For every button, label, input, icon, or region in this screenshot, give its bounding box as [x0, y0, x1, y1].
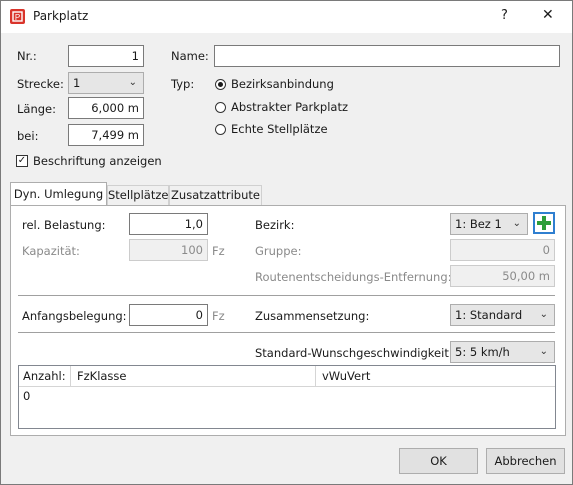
beschriftung-label[interactable]: Beschriftung anzeigen — [33, 154, 162, 168]
wunschgeschwindigkeit-value: 5: 5 km/h — [455, 345, 510, 359]
close-button[interactable]: ✕ — [542, 7, 554, 23]
title-bar: P Parkplatz ? ✕ — [1, 1, 572, 33]
rel-belastung-label: rel. Belastung: — [22, 218, 106, 232]
column-header-fzklasse[interactable]: FzKlasse — [71, 366, 316, 386]
kapazitaet-label: Kapazität: — [22, 244, 80, 258]
tab-zusatzattribute[interactable]: Zusatzattribute — [169, 185, 262, 206]
svg-text:P: P — [15, 13, 20, 22]
app-icon: P — [10, 9, 25, 24]
routen-field: 50,00 m — [450, 265, 555, 287]
window-title: Parkplatz — [33, 9, 89, 23]
zusammensetzung-label: Zusammensetzung: — [255, 309, 370, 323]
typ-radio-bezirksanbindung[interactable] — [215, 79, 226, 90]
name-field[interactable] — [214, 45, 560, 67]
typ-radio-echte[interactable] — [215, 124, 226, 135]
wunschgeschwindigkeit-label: Standard-Wunschgeschwindigkeit: — [255, 346, 453, 360]
plus-icon — [537, 216, 551, 230]
gruppe-field: 0 — [450, 239, 555, 261]
add-bezirk-button[interactable] — [533, 212, 555, 234]
tab-stellplaetze-label: Stellplätze — [108, 188, 169, 202]
nr-field[interactable]: 1 — [68, 45, 144, 67]
help-button[interactable]: ? — [501, 8, 508, 23]
typ-option-abstrakt[interactable]: Abstrakter Parkplatz — [231, 100, 348, 114]
bezirk-select[interactable]: 1: Bez 1 ⌄ — [450, 213, 528, 235]
laenge-label: Länge: — [17, 102, 56, 116]
typ-label: Typ: — [171, 77, 195, 91]
zusammensetzung-select[interactable]: 1: Standard ⌄ — [450, 304, 555, 326]
kapazitaet-field: 100 — [129, 239, 208, 261]
ok-button[interactable]: OK — [399, 448, 478, 474]
bei-field[interactable]: 7,499 m — [68, 124, 144, 146]
wunschgeschwindigkeit-select[interactable]: 5: 5 km/h ⌄ — [450, 341, 555, 363]
nr-label: Nr.: — [17, 49, 37, 63]
laenge-field[interactable]: 6,000 m — [68, 97, 144, 119]
cancel-button[interactable]: Abbrechen — [486, 448, 565, 474]
column-header-vwuvert[interactable]: vWuVert — [316, 366, 555, 386]
typ-radio-abstrakt[interactable] — [215, 102, 226, 113]
chevron-down-icon: ⌄ — [539, 346, 548, 357]
column-header-vwuvert-label: vWuVert — [322, 369, 371, 383]
strecke-value: 1 — [73, 76, 81, 90]
table-header: Anzahl: 0 FzKlasse vWuVert — [19, 366, 555, 403]
anfangsbelegung-field[interactable]: 0 — [129, 304, 208, 326]
chevron-down-icon: ⌄ — [512, 218, 521, 229]
table-count-cell: Anzahl: 0 — [19, 366, 71, 403]
rel-belastung-field[interactable]: 1,0 — [129, 213, 208, 235]
bezirk-value: 1: Bez 1 — [455, 217, 502, 231]
beschriftung-checkbox[interactable]: ✓ — [16, 155, 28, 167]
kapazitaet-unit: Fz — [212, 244, 225, 258]
bei-label: bei: — [17, 129, 39, 143]
anfangsbelegung-label: Anfangsbelegung: — [22, 309, 127, 323]
tab-dyn-umlegung-label: Dyn. Umlegung — [13, 187, 104, 201]
tab-zusatzattribute-label: Zusatzattribute — [171, 188, 260, 202]
tab-stellplaetze[interactable]: Stellplätze — [107, 185, 169, 206]
parkplatz-dialog: P Parkplatz ? ✕ Nr.: 1 Name: Strecke: 1 … — [0, 0, 573, 485]
typ-option-echte[interactable]: Echte Stellplätze — [231, 122, 328, 136]
name-label: Name: — [171, 49, 209, 63]
zusammensetzung-value: 1: Standard — [455, 308, 523, 322]
chevron-down-icon: ⌄ — [128, 77, 137, 88]
bezirk-label: Bezirk: — [255, 218, 295, 232]
strecke-label: Strecke: — [17, 77, 64, 91]
strecke-select[interactable]: 1 ⌄ — [68, 72, 144, 94]
typ-option-bezirksanbindung[interactable]: Bezirksanbindung — [231, 77, 334, 91]
separator — [18, 295, 555, 296]
tab-dyn-umlegung[interactable]: Dyn. Umlegung — [10, 182, 107, 206]
column-header-fzklasse-label: FzKlasse — [77, 369, 127, 383]
routen-label: Routenentscheidungs-Entfernung: — [255, 270, 452, 284]
table-count: Anzahl: 0 — [23, 369, 66, 403]
gruppe-label: Gruppe: — [255, 244, 302, 258]
separator — [18, 332, 555, 333]
anfangsbelegung-unit: Fz — [212, 309, 225, 323]
chevron-down-icon: ⌄ — [539, 309, 548, 320]
fzklasse-table[interactable]: Anzahl: 0 FzKlasse vWuVert — [18, 365, 556, 429]
